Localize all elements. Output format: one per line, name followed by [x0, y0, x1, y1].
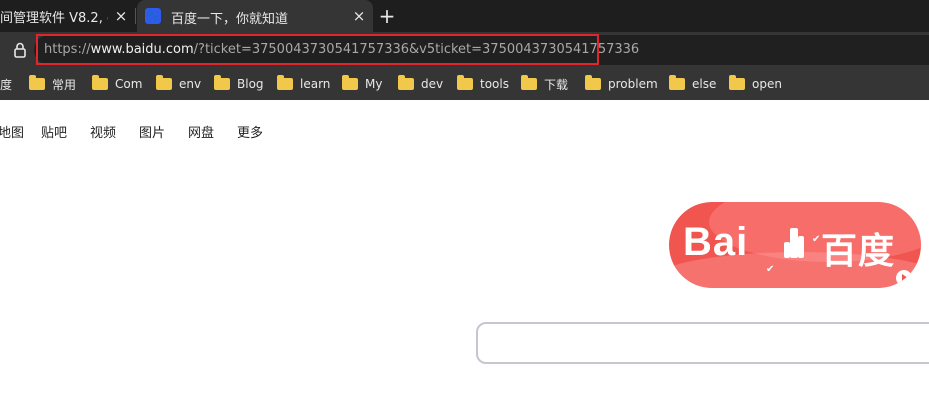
- folder-icon: [342, 75, 358, 90]
- tab-separator: [135, 8, 136, 24]
- folder-icon: [29, 75, 45, 90]
- bird-icon: ✔: [812, 234, 821, 245]
- bookmark-folder[interactable]: dev: [398, 75, 443, 93]
- url-highlight-annotation: [36, 34, 599, 65]
- bookmark-label: env: [179, 77, 202, 91]
- search-input[interactable]: [476, 322, 929, 364]
- folder-icon: [585, 75, 601, 90]
- bookmark-label: 度: [0, 77, 13, 92]
- play-icon[interactable]: [896, 270, 912, 286]
- nav-link-map[interactable]: 地图: [0, 122, 24, 141]
- folder-icon: [214, 75, 230, 90]
- close-icon[interactable]: ×: [351, 8, 367, 24]
- nav-link-more[interactable]: 更多: [237, 122, 263, 141]
- bookmark-label: dev: [421, 77, 444, 91]
- bookmark-folder[interactable]: problem: [585, 75, 658, 93]
- bookmark-folder[interactable]: learn: [277, 75, 330, 93]
- close-icon[interactable]: ×: [113, 8, 129, 24]
- bookmark-label: learn: [300, 77, 331, 91]
- bookmark-label: problem: [608, 77, 658, 91]
- site-info-icon[interactable]: [11, 41, 29, 59]
- bookmark-label: Com: [115, 77, 143, 91]
- bookmark-label: 下载: [544, 77, 569, 92]
- bookmark-label: open: [752, 77, 782, 91]
- folder-icon: [277, 75, 293, 90]
- bookmark-folder[interactable]: 下载: [521, 75, 568, 93]
- bookmark-folder[interactable]: Com: [92, 75, 142, 93]
- paw-icon: [784, 228, 804, 258]
- tab-title: 间管理软件 V8.2, ceshi: [0, 10, 108, 26]
- bookmark-folder[interactable]: My: [342, 75, 382, 93]
- bookmark-folder[interactable]: env: [156, 75, 201, 93]
- nav-link-pan[interactable]: 网盘: [188, 122, 214, 141]
- new-tab-button[interactable]: +: [376, 5, 398, 27]
- logo-chinese-text: 百度: [821, 231, 896, 272]
- folder-icon: [92, 75, 108, 90]
- nav-link-images[interactable]: 图片: [139, 122, 165, 141]
- tab-baidu[interactable]: 🐾 百度一下，你就知道 ×: [137, 0, 373, 32]
- tab-title: 百度一下，你就知道: [171, 12, 289, 27]
- bookmarks-bar: 度 常用 Com env Blog learn My dev tools 下载 …: [0, 68, 929, 100]
- nav-link-video[interactable]: 视频: [90, 122, 116, 141]
- bird-icon: ✔: [766, 264, 775, 275]
- bookmark-folder[interactable]: 常用: [29, 75, 76, 93]
- baidu-logo[interactable]: Bai 百度 ✔ ✔: [669, 202, 921, 288]
- folder-icon: [398, 75, 414, 90]
- bookmark-label: 常用: [52, 77, 77, 92]
- folder-icon: [669, 75, 685, 90]
- tab-strip: 间管理软件 V8.2, ceshi × 🐾 百度一下，你就知道 × +: [0, 0, 929, 32]
- folder-icon: [156, 75, 172, 90]
- bookmark-folder[interactable]: else: [669, 75, 716, 93]
- bookmark-folder[interactable]: 度: [0, 75, 12, 93]
- bookmark-folder[interactable]: open: [729, 75, 782, 93]
- folder-icon: [457, 75, 473, 90]
- bookmark-label: tools: [480, 77, 509, 91]
- bookmark-label: My: [365, 77, 383, 91]
- bookmark-folder[interactable]: Blog: [214, 75, 264, 93]
- bookmark-folder[interactable]: tools: [457, 75, 509, 93]
- folder-icon: [521, 75, 537, 90]
- nav-link-tieba[interactable]: 贴吧: [41, 122, 67, 141]
- bookmark-label: else: [692, 77, 717, 91]
- bookmark-label: Blog: [237, 77, 264, 91]
- tab-management-software[interactable]: 间管理软件 V8.2, ceshi ×: [0, 0, 135, 32]
- logo-latin-text: Bai: [683, 220, 749, 264]
- baidu-paw-icon: 🐾: [145, 8, 161, 24]
- folder-icon: [729, 75, 745, 90]
